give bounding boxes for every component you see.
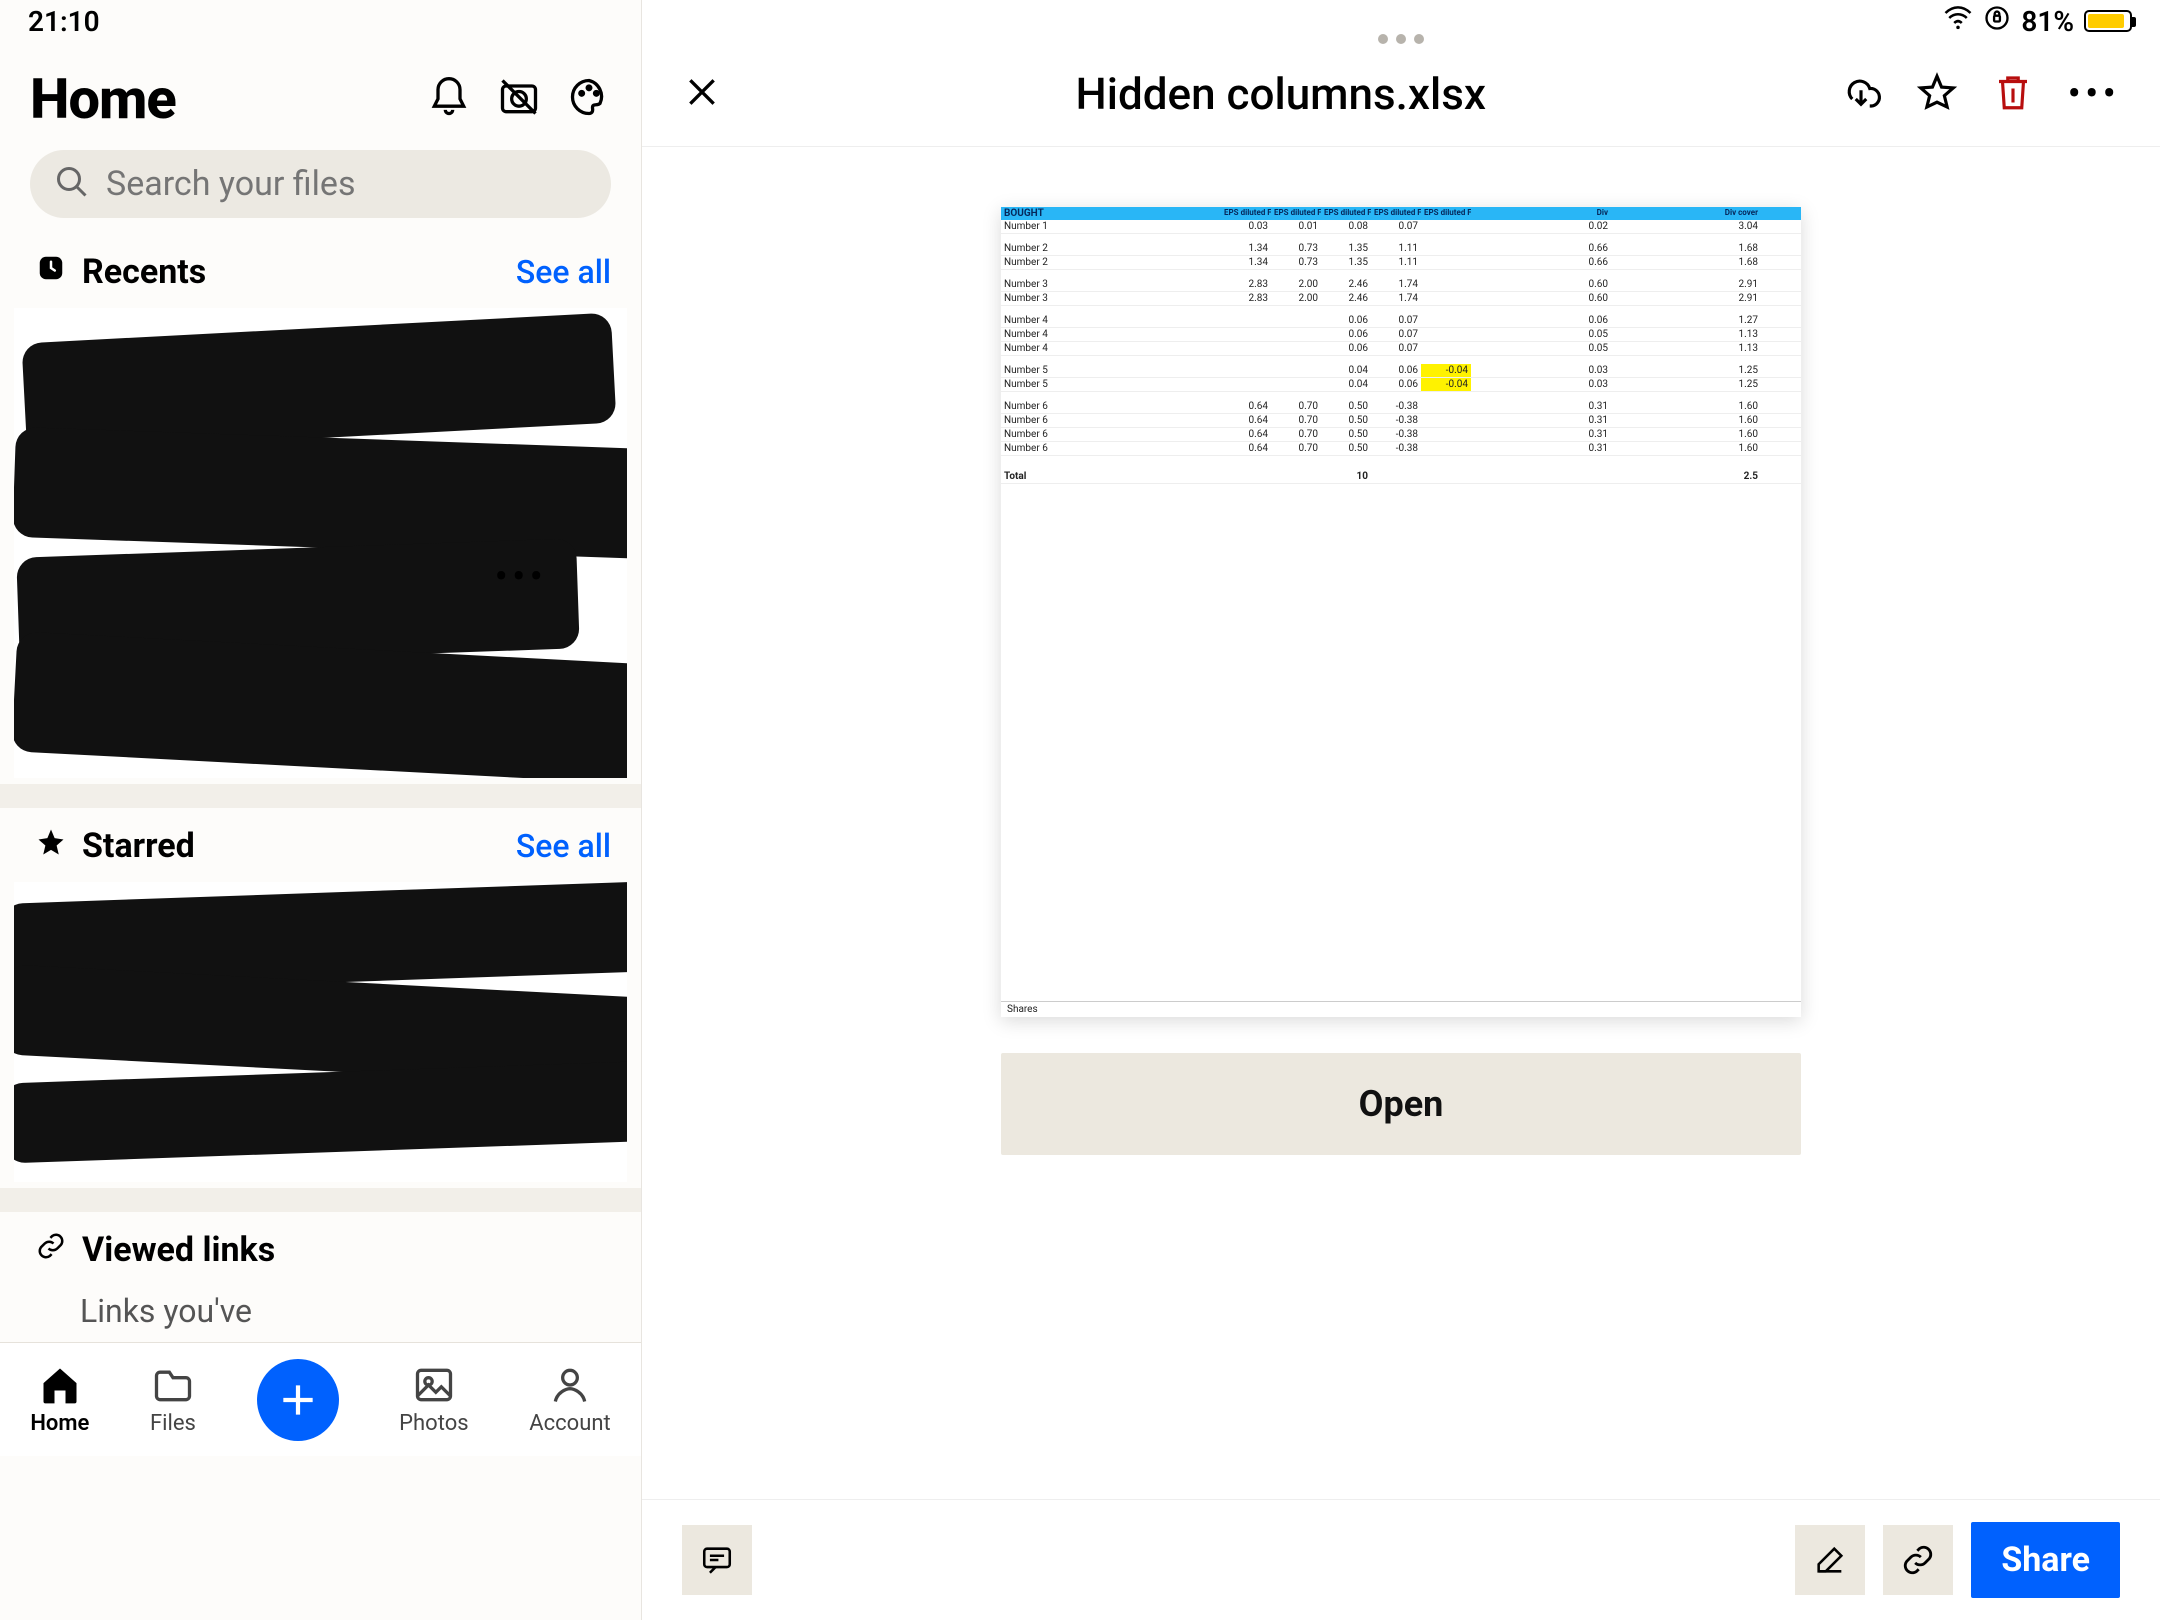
nav-home-label: Home	[30, 1411, 89, 1436]
file-preview-pane: Hidden columns.xlsx ••• BOUGHTEPS dilute…	[642, 0, 2160, 1620]
clock: 21:10	[28, 5, 100, 38]
recents-see-all[interactable]: See all	[516, 253, 611, 291]
trash-icon[interactable]	[1992, 71, 2034, 117]
file-header: Hidden columns.xlsx •••	[642, 52, 2160, 147]
download-icon[interactable]	[1840, 71, 1882, 117]
comments-button[interactable]	[682, 1525, 752, 1595]
battery-icon	[2084, 10, 2132, 32]
nav-files-label: Files	[150, 1411, 196, 1436]
nav-add-button[interactable]	[257, 1359, 339, 1441]
starred-grid-redacted	[14, 882, 627, 1182]
nav-home[interactable]: Home	[30, 1363, 89, 1436]
status-right: 81%	[1943, 3, 2132, 40]
recents-icon	[36, 252, 66, 292]
recents-header: Recents See all	[0, 234, 641, 302]
search-icon	[54, 164, 90, 204]
bottom-nav: Home Files Photos Account	[0, 1342, 641, 1456]
star-icon	[36, 826, 66, 866]
scan-icon[interactable]	[497, 75, 541, 123]
open-button[interactable]: Open	[1001, 1053, 1801, 1155]
copy-link-button[interactable]	[1883, 1525, 1953, 1595]
search-box[interactable]	[30, 150, 611, 218]
sheet-tab: Shares	[1001, 1001, 1801, 1017]
more-icon[interactable]: •••	[2068, 84, 2121, 104]
nav-account-label: Account	[529, 1411, 610, 1436]
status-bar: 21:10 81%	[0, 0, 2160, 42]
close-button[interactable]	[682, 72, 722, 116]
nav-files[interactable]: Files	[150, 1363, 196, 1436]
wifi-icon	[1943, 3, 1973, 40]
recents-grid-redacted: •••	[14, 308, 627, 778]
sidebar-header: Home	[0, 50, 641, 142]
sidebar: Home	[0, 0, 642, 1620]
nav-photos-label: Photos	[399, 1411, 468, 1436]
link-icon	[36, 1230, 66, 1270]
file-more-icon[interactable]: •••	[495, 553, 548, 600]
nav-account[interactable]: Account	[529, 1363, 610, 1436]
spreadsheet-preview: BOUGHTEPS diluted FY19EPS diluted FY20EP…	[1001, 207, 1801, 1017]
file-bottom-bar: Share	[642, 1499, 2160, 1620]
file-title: Hidden columns.xlsx	[722, 68, 1840, 120]
battery-percent: 81%	[2021, 5, 2074, 38]
page-title: Home	[30, 66, 176, 132]
share-button[interactable]: Share	[1971, 1522, 2120, 1598]
viewed-links-note: Links you've	[0, 1280, 641, 1342]
viewed-links-header: Viewed links	[0, 1212, 641, 1280]
starred-see-all[interactable]: See all	[516, 827, 611, 865]
viewed-links-label: Viewed links	[82, 1230, 275, 1270]
starred-header: Starred See all	[0, 808, 641, 876]
edit-button[interactable]	[1795, 1525, 1865, 1595]
star-icon[interactable]	[1916, 71, 1958, 117]
orientation-lock-icon	[1983, 4, 2011, 39]
search-input[interactable]	[106, 164, 587, 204]
palette-icon[interactable]	[567, 75, 611, 123]
notifications-icon[interactable]	[427, 75, 471, 123]
preview-area[interactable]: BOUGHTEPS diluted FY19EPS diluted FY20EP…	[642, 147, 2160, 1499]
nav-photos[interactable]: Photos	[399, 1363, 468, 1436]
recents-label: Recents	[82, 252, 206, 292]
starred-label: Starred	[82, 826, 195, 866]
